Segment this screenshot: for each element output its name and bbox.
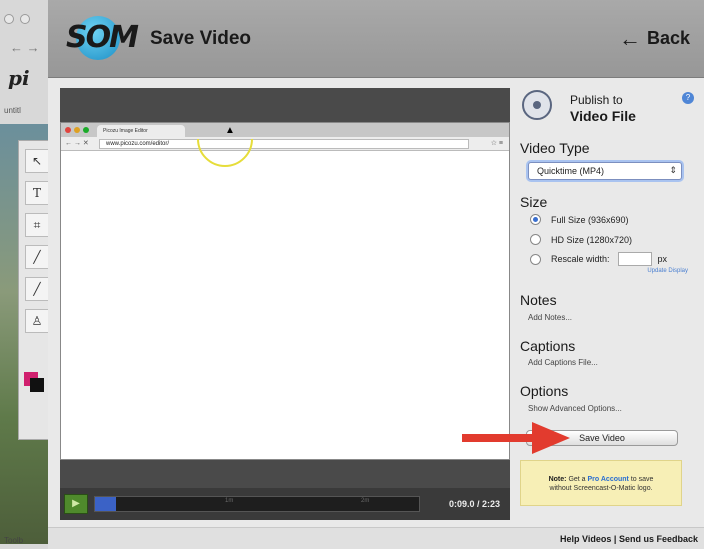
footer-links: Help Videos | Send us Feedback [560, 534, 698, 544]
add-notes-link[interactable]: Add Notes... [528, 313, 572, 322]
size-hd-label: HD Size (1280x720) [551, 234, 633, 245]
video-type-select[interactable]: Quicktime (MP4) ⇕ [528, 162, 682, 180]
background-app-logo: pi [8, 66, 30, 90]
timeline-label-1m: 1m [225, 498, 234, 504]
browser-back-icon[interactable]: ← → [10, 40, 40, 55]
background-color-swatch[interactable] [30, 378, 44, 392]
add-captions-link[interactable]: Add Captions File... [528, 358, 598, 367]
note-text-1: Get a [568, 476, 586, 483]
dialog-footer: Help Videos | Send us Feedback [48, 527, 704, 549]
pro-account-link[interactable]: Pro Account [588, 476, 629, 483]
playback-controls: ▶ 1m 2m 0:09.0 / 2:23 [60, 488, 510, 520]
preview-browser-tab: Picozu Image Editor [97, 125, 185, 137]
dialog-header: SOM Save Video ← Back [48, 0, 704, 78]
rescale-unit: px [657, 254, 668, 264]
radio-icon[interactable] [530, 253, 541, 265]
star-icon: ☆ ≡ [490, 140, 503, 147]
close-dot-icon [65, 127, 71, 133]
background-bottom-label: Toolb [4, 536, 24, 545]
timecode: 0:09.0 / 2:23 [448, 499, 500, 509]
notes-heading: Notes [520, 292, 557, 308]
preview-url-bar: ← → ✕ www.picozu.com/editor/ ☆ ≡ [61, 137, 509, 151]
zoom-dot-icon [83, 127, 89, 133]
timeline-scrubber[interactable]: 1m 2m [94, 496, 420, 512]
preview-nav-icons: ← → ✕ [65, 140, 89, 147]
advanced-options-link[interactable]: Show Advanced Options... [528, 404, 622, 413]
publish-target: Video File [570, 108, 636, 124]
select-arrows-icon: ⇕ [669, 165, 677, 175]
window-dot-icon [20, 14, 30, 24]
timeline-label-2m: 2m [361, 498, 370, 504]
back-button[interactable]: ← Back [618, 25, 690, 51]
rescale-width-input[interactable] [617, 252, 652, 266]
arrow-left-icon: ← [618, 25, 641, 51]
pro-account-note: Note: Get a Pro Account to save without … [520, 460, 682, 506]
red-arrow-shape [462, 422, 570, 454]
size-rescale-option[interactable]: Rescale width: px [530, 252, 667, 266]
video-type-heading: Video Type [520, 140, 590, 156]
annotation-arrow-icon [462, 422, 570, 454]
radio-selected-icon[interactable] [530, 214, 541, 225]
window-dot-icon [4, 14, 14, 24]
timeline-progress [95, 497, 117, 511]
film-reel-icon [522, 90, 552, 120]
video-preview: Picozu Image Editor ← → ✕ www.picozu.com… [60, 88, 510, 520]
update-display-link[interactable]: Update Display [647, 268, 688, 274]
text-tool-icon[interactable]: T [25, 181, 49, 205]
play-button[interactable]: ▶ [64, 494, 88, 514]
preview-browser-tabbar: Picozu Image Editor [61, 123, 509, 137]
captions-heading: Captions [520, 338, 576, 354]
stamp-tool-icon[interactable]: ♙ [25, 309, 49, 333]
note-text-3: without Screencast-O-Matic logo. [549, 485, 653, 492]
feedback-link[interactable]: Send us Feedback [619, 534, 698, 544]
background-tab-label: untitl [4, 106, 21, 115]
cursor-icon: ▲ [225, 125, 235, 136]
crop-tool-icon[interactable]: ⌗ [25, 213, 49, 237]
page-title: Save Video [150, 28, 252, 49]
preview-frame: Picozu Image Editor ← → ✕ www.picozu.com… [60, 122, 510, 460]
eyedropper-tool-icon[interactable]: ╱ [25, 245, 49, 269]
som-logo: SOM [66, 14, 139, 62]
logo-text: SOM [66, 20, 139, 55]
size-heading: Size [520, 194, 548, 210]
back-label: Back [646, 28, 690, 48]
help-icon[interactable]: ? [682, 92, 694, 104]
help-videos-link[interactable]: Help Videos [560, 534, 611, 544]
save-video-dialog: SOM Save Video ← Back Picozu Image Edito… [48, 0, 704, 549]
publish-to-label: Publish to [570, 93, 623, 107]
size-rescale-label: Rescale width: [551, 254, 610, 264]
minimize-dot-icon [74, 127, 80, 133]
size-full-label: Full Size (936x690) [551, 214, 629, 225]
cursor-highlight-ring [197, 139, 253, 167]
radio-icon[interactable] [530, 234, 541, 245]
select-tool-icon[interactable]: ↖ [25, 149, 49, 173]
options-heading: Options [520, 383, 569, 399]
preview-url: www.picozu.com/editor/ [99, 139, 469, 149]
size-full-option[interactable]: Full Size (936x690) [530, 214, 629, 225]
note-text-2: to save [630, 476, 654, 483]
video-type-value: Quicktime (MP4) [537, 166, 605, 176]
footer-separator: | [613, 534, 617, 544]
note-label: Note: [548, 476, 567, 483]
brush-tool-icon[interactable]: ╱ [25, 277, 49, 301]
size-hd-option[interactable]: HD Size (1280x720) [530, 234, 632, 245]
